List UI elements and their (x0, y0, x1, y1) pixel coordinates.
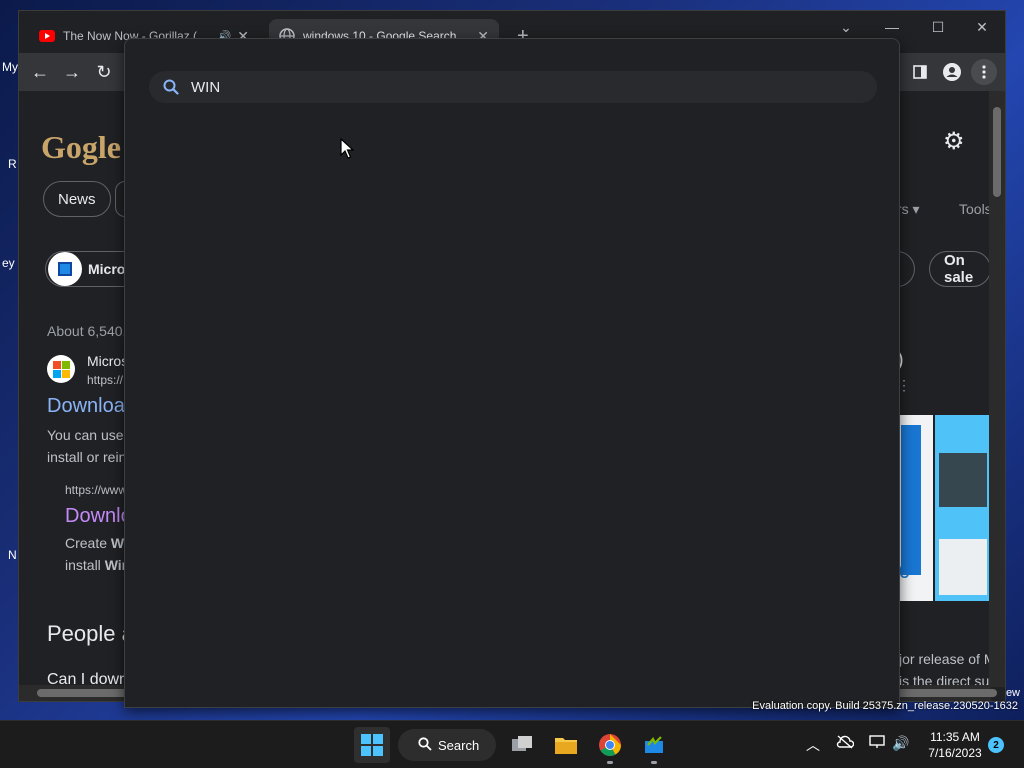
omnibox-dropdown (124, 38, 900, 708)
taskbar-search[interactable]: Search (398, 729, 496, 761)
scrollbar-thumb[interactable] (993, 107, 1001, 197)
clock-date: 7/16/2023 (928, 746, 982, 760)
reload-button[interactable]: ↻ (91, 59, 117, 85)
network-icon[interactable] (868, 735, 886, 752)
thumbnail-image[interactable]: 0 (899, 415, 933, 601)
results-count: About 6,540, (47, 323, 127, 339)
tools-button[interactable]: Tools (959, 201, 991, 217)
omnibox-input[interactable] (191, 78, 877, 96)
filter-chip-news[interactable]: News (43, 181, 111, 217)
search-icon (163, 79, 179, 95)
thumbnail-text: 0 (899, 561, 911, 583)
desktop-icon-label[interactable]: ey (2, 256, 15, 270)
forward-button[interactable]: → (59, 59, 85, 85)
image-thumbnails[interactable]: 0 (899, 415, 991, 601)
omnibox[interactable] (149, 71, 877, 103)
file-explorer-icon[interactable] (548, 727, 584, 763)
result-site-name: Micros (87, 353, 129, 369)
vertical-scrollbar[interactable] (989, 91, 1005, 687)
task-view-icon[interactable] (504, 727, 540, 763)
people-also-ask-heading: People a (47, 621, 134, 646)
chrome-icon[interactable] (592, 727, 628, 763)
app-icon[interactable] (636, 727, 672, 763)
snippet-text: Create (65, 535, 111, 551)
desktop-icon-label[interactable]: My (2, 60, 18, 74)
profile-icon[interactable] (939, 59, 965, 85)
search-label: Search (438, 737, 480, 753)
result-snippet: install or rein (47, 449, 127, 465)
taskbar: Search ︿ 🔊 11:35 AM 7/16/2023 2 (0, 720, 1024, 768)
sublink-snippet: Create Wi (65, 535, 128, 551)
snippet-text: install (65, 557, 105, 573)
chip-on-sale[interactable]: On sale (929, 251, 991, 287)
side-panel-icon[interactable] (907, 59, 933, 85)
chevron-up-icon[interactable]: ︿ (806, 735, 820, 755)
sublink-title-link[interactable]: Downlo (65, 505, 132, 528)
watermark-text: ew (1005, 687, 1020, 699)
windows-icon (361, 734, 383, 756)
youtube-icon (39, 28, 55, 44)
watermark-text: Evaluation copy. Build 25375.zn_release.… (752, 700, 1018, 712)
desktop-icon-label[interactable]: R (8, 157, 17, 171)
microsoft-logo-icon (47, 355, 75, 383)
start-button[interactable] (354, 727, 390, 763)
filters-dropdown[interactable]: rs ▾ (897, 201, 920, 218)
search-icon (418, 736, 432, 754)
windows-logo-icon (48, 252, 82, 286)
result-url: https:// (87, 373, 124, 387)
google-doodle-logo[interactable]: Gogle (41, 129, 121, 166)
running-indicator (607, 761, 613, 764)
close-window-button[interactable]: ✕ (959, 11, 1005, 43)
kp-description: jor release of M (899, 651, 991, 667)
mouse-cursor-icon (340, 137, 355, 165)
menu-icon[interactable] (971, 59, 997, 85)
gear-icon[interactable]: ⚙ (943, 127, 965, 156)
running-indicator (651, 761, 657, 764)
sublink-snippet: install Win (65, 557, 130, 573)
sublink-url: https://www (65, 483, 128, 497)
thumbnail-image[interactable] (935, 415, 989, 601)
result-title-link[interactable]: Downloa (47, 395, 125, 418)
clock-time: 11:35 AM (930, 730, 980, 744)
onedrive-offline-icon[interactable] (836, 735, 855, 752)
back-button[interactable]: ← (27, 59, 53, 85)
system-clock[interactable]: 11:35 AM 7/16/2023 (920, 729, 990, 761)
desktop-icon-label[interactable]: N (8, 548, 17, 562)
notification-badge[interactable]: 2 (988, 737, 1004, 753)
result-snippet: You can use (47, 427, 124, 443)
maximize-button[interactable]: ☐ (915, 11, 961, 43)
volume-icon[interactable]: 🔊 (892, 735, 909, 752)
